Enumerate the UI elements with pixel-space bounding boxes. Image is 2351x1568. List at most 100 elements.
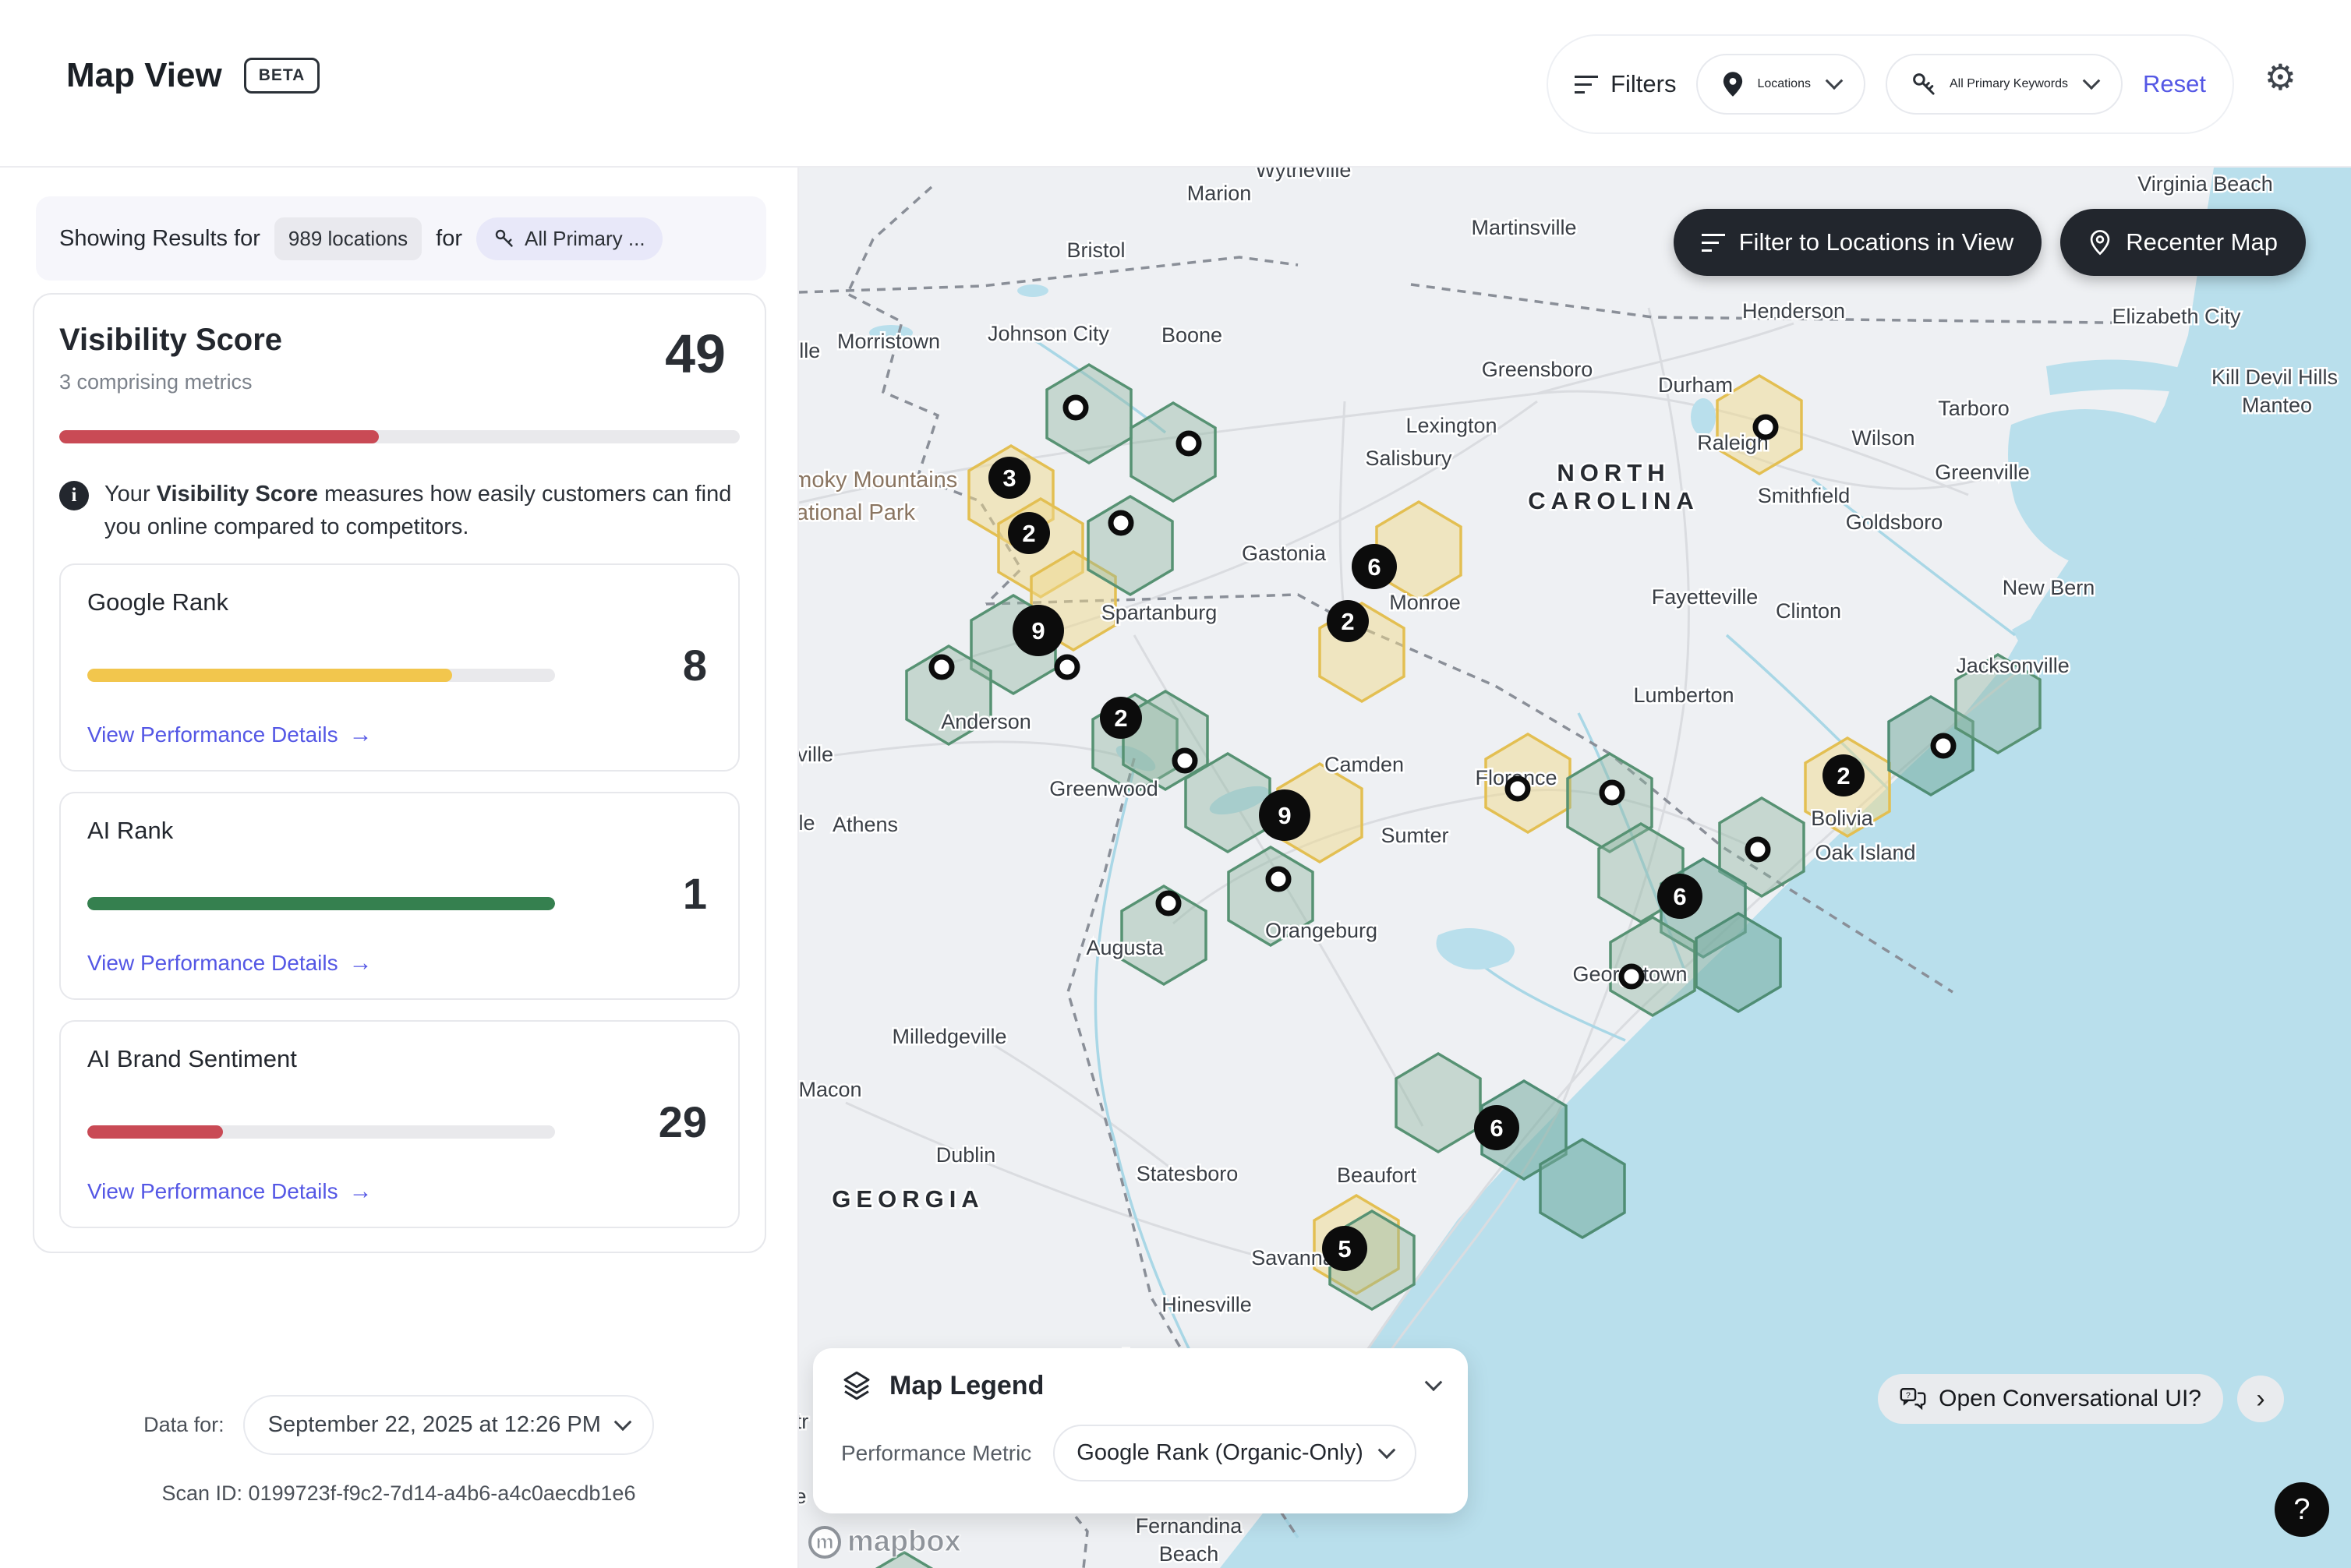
performance-metric-dropdown[interactable]: Google Rank (Organic-Only) (1053, 1425, 1416, 1481)
chevron-down-icon (2083, 72, 2101, 90)
filters-button[interactable]: Filters (1575, 70, 1676, 99)
location-marker[interactable] (1602, 782, 1622, 803)
cluster-badge[interactable]: 2 (1327, 600, 1369, 642)
location-marker[interactable] (1748, 839, 1768, 860)
chevron-right-button[interactable]: › (2237, 1376, 2284, 1422)
scan-date-dropdown[interactable]: September 22, 2025 at 12:26 PM (243, 1395, 654, 1455)
key-icon (493, 228, 515, 249)
city-label: Morristown (837, 330, 940, 353)
city-label: Fernandina (1136, 1514, 1243, 1538)
mapbox-logo-icon: m (808, 1526, 841, 1559)
metric-progress-track (87, 669, 555, 682)
city-label: Camden (1324, 753, 1404, 776)
cluster-badge[interactable]: 2 (1008, 512, 1050, 554)
location-pin-icon (2088, 229, 2112, 256)
city-label: Henderson (1742, 299, 1845, 323)
reset-button[interactable]: Reset (2143, 70, 2206, 98)
settings-gear-icon[interactable]: ⚙ (2264, 59, 2296, 95)
city-label: Sumter (1381, 824, 1448, 847)
city-label: sville (799, 743, 833, 766)
map-hex[interactable] (1396, 1054, 1480, 1152)
filter-icon (1702, 228, 1725, 257)
cluster-badge[interactable]: 6 (1352, 544, 1397, 589)
chevron-down-icon (1826, 72, 1844, 90)
filter-to-locations-button[interactable]: Filter to Locations in View (1674, 209, 2042, 276)
metric-bar-fill-1 (87, 897, 555, 910)
keywords-chip[interactable]: All Primary ... (476, 217, 663, 260)
city-label: Goldsboro (1846, 510, 1943, 534)
location-pin-icon (1721, 71, 1745, 97)
arrow-right-icon: → (349, 722, 373, 748)
metric-card-ai-rank: AI Rank 1 View Performance Details→ (59, 792, 740, 1000)
sound-water (2046, 359, 2198, 395)
map-canvas[interactable]: t Smoky MountainsNational ParkWytheville… (799, 168, 2351, 1568)
cluster-badge[interactable]: 9 (1259, 789, 1310, 841)
chevron-down-icon (1377, 1441, 1395, 1459)
keywords-chip-label: All Primary ... (525, 227, 645, 251)
key-icon (1911, 71, 1937, 97)
chevron-down-icon[interactable] (1425, 1373, 1443, 1391)
location-marker[interactable] (1621, 966, 1642, 987)
state-label: GEORGIA (832, 1185, 984, 1213)
svg-text:6: 6 (1490, 1114, 1503, 1142)
results-middle: for (436, 226, 462, 252)
cluster-badge[interactable]: 2 (1100, 697, 1142, 739)
locations-label: Locations (1757, 77, 1811, 91)
location-marker[interactable] (1179, 433, 1199, 454)
view-performance-details-link[interactable]: View Performance Details→ (87, 950, 712, 976)
arrow-right-icon: → (349, 950, 373, 976)
map-hex[interactable] (1131, 403, 1215, 501)
location-marker[interactable] (1508, 779, 1528, 799)
visibility-bar-fill (59, 430, 379, 443)
map-hex[interactable] (1047, 365, 1131, 463)
cluster-badge[interactable]: 3 (988, 457, 1031, 499)
view-performance-details-link[interactable]: View Performance Details→ (87, 1178, 712, 1205)
recenter-map-button[interactable]: Recenter Map (2060, 209, 2306, 276)
city-label: tr (799, 1410, 808, 1433)
location-marker[interactable] (1057, 657, 1077, 677)
city-label: Macon (799, 1078, 862, 1101)
locations-count-chip[interactable]: 989 locations (274, 217, 422, 260)
location-marker[interactable] (1755, 417, 1776, 437)
keywords-dropdown[interactable]: All Primary Keywords (1886, 54, 2123, 115)
location-marker[interactable] (1933, 736, 1953, 756)
map-legend-panel: Map Legend Performance Metric Google Ran… (813, 1348, 1468, 1513)
filter-icon (1575, 70, 1598, 99)
view-performance-details-link[interactable]: View Performance Details→ (87, 722, 712, 748)
help-button[interactable]: ? (2275, 1482, 2329, 1537)
city-label: Johnson City (988, 322, 1110, 345)
metric-name: AI Rank (87, 817, 712, 845)
cluster-badge[interactable]: 5 (1322, 1226, 1367, 1271)
city-label: Anderson (941, 710, 1031, 733)
city-label: Beach (1159, 1542, 1219, 1566)
svg-text:2: 2 (1837, 762, 1850, 789)
city-label: Virginia Beach (2137, 172, 2273, 196)
locations-dropdown[interactable]: Locations (1696, 54, 1865, 115)
state-label: NORTH (1557, 459, 1670, 486)
svg-text:3: 3 (1002, 464, 1016, 492)
metric-value: 1 (683, 868, 707, 919)
location-marker[interactable] (1268, 869, 1289, 889)
cluster-badge[interactable]: 6 (1474, 1105, 1519, 1150)
city-label: e (799, 1485, 807, 1508)
location-marker[interactable] (932, 657, 952, 677)
location-marker[interactable] (1158, 893, 1179, 913)
location-marker[interactable] (1111, 513, 1131, 533)
location-marker[interactable] (1066, 397, 1086, 418)
cluster-badge[interactable]: 2 (1822, 754, 1865, 796)
info-icon: i (59, 481, 89, 510)
location-marker[interactable] (1175, 750, 1195, 771)
city-label: Athens (833, 813, 898, 836)
city-label: Greensboro (1482, 358, 1593, 381)
city-label: Augusta (1086, 936, 1164, 959)
open-conversational-ui-button[interactable]: ? Open Conversational UI? (1878, 1374, 2223, 1424)
city-label: Wytheville (1256, 168, 1352, 182)
cluster-badge[interactable]: 6 (1657, 874, 1702, 919)
svg-text:2: 2 (1341, 608, 1354, 635)
city-label: Hinesville (1161, 1293, 1252, 1316)
svg-text:6: 6 (1367, 553, 1381, 581)
city-label: Spartanburg (1101, 601, 1218, 624)
city-label: Greenwood (1049, 777, 1158, 800)
layers-icon (841, 1370, 872, 1401)
cluster-badge[interactable]: 9 (1013, 605, 1064, 656)
